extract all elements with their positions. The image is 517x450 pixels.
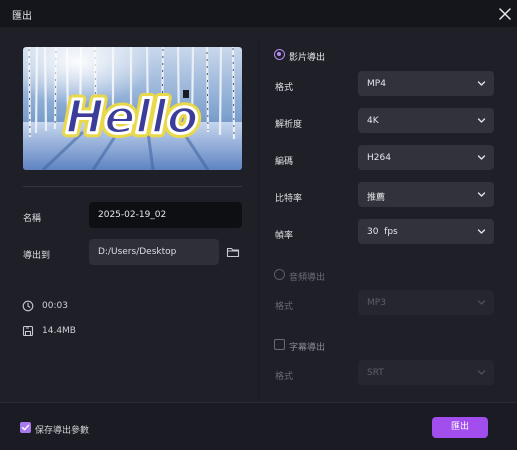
audio-format-label: 格式	[275, 302, 294, 312]
chevron-down-icon	[477, 300, 486, 305]
vertical-divider	[258, 40, 259, 400]
bitrate-label: 比特率	[275, 194, 303, 204]
chevron-down-icon	[477, 155, 486, 160]
video-export-title: 影片導出	[289, 53, 326, 63]
save-disk-icon	[22, 325, 34, 337]
audio-export-title: 音頻導出	[289, 273, 326, 283]
duration-value: 00:03	[42, 301, 68, 311]
framerate-label: 幀率	[275, 231, 294, 241]
preview-hello-text: Hello	[66, 90, 199, 144]
filesize-value: 14.4MB	[42, 326, 76, 336]
chevron-down-icon	[477, 229, 486, 234]
chevron-down-icon	[477, 81, 486, 86]
encoder-value: H264	[367, 153, 391, 163]
format-label: 格式	[275, 83, 294, 93]
dialog-title: 匯出	[12, 11, 32, 22]
title-bar: 匯出	[0, 0, 517, 27]
resolution-label: 解析度	[275, 120, 303, 130]
bitrate-value: 推薦	[367, 193, 386, 203]
export-dialog: 匯出 Hello Hello 名稱 2025-02-19_02 導出到 D:/U…	[0, 0, 517, 450]
subtitle-format-value: SRT	[367, 368, 384, 378]
clock-icon	[22, 300, 34, 312]
chevron-down-icon	[477, 370, 486, 375]
chevron-down-icon	[477, 118, 486, 123]
format-value: MP4	[367, 79, 386, 89]
save-params-label: 保存導出參數	[35, 426, 90, 436]
video-preview: Hello Hello	[23, 47, 242, 170]
bitrate-select[interactable]: 推薦	[358, 182, 494, 207]
audio-format-select: MP3	[358, 290, 494, 315]
subtitle-export-checkbox[interactable]	[274, 339, 285, 350]
name-label: 名稱	[23, 214, 42, 224]
format-select[interactable]: MP4	[358, 71, 494, 96]
check-icon	[21, 424, 30, 431]
close-icon[interactable]	[496, 5, 514, 23]
export-path-field[interactable]: D:/Users/Desktop	[89, 239, 219, 265]
resolution-select[interactable]: 4K	[358, 108, 494, 133]
audio-format-value: MP3	[367, 298, 386, 308]
framerate-select[interactable]: 30 fps	[358, 219, 494, 244]
resolution-value: 4K	[367, 116, 379, 126]
filename-input[interactable]: 2025-02-19_02	[89, 202, 242, 228]
subtitle-format-label: 格式	[275, 372, 294, 382]
audio-export-radio[interactable]	[274, 269, 285, 280]
framerate-value: 30 fps	[367, 227, 398, 237]
export-to-label: 導出到	[23, 251, 51, 261]
subtitle-export-title: 字幕導出	[289, 343, 326, 353]
video-export-radio[interactable]	[274, 49, 285, 60]
folder-icon[interactable]	[226, 245, 240, 259]
chevron-down-icon	[477, 192, 486, 197]
divider	[23, 186, 242, 187]
subtitle-format-select: SRT	[358, 360, 494, 385]
export-button[interactable]: 匯出	[432, 417, 488, 438]
encoder-label: 編碼	[275, 157, 294, 167]
encoder-select[interactable]: H264	[358, 145, 494, 170]
save-params-checkbox[interactable]	[20, 422, 31, 433]
